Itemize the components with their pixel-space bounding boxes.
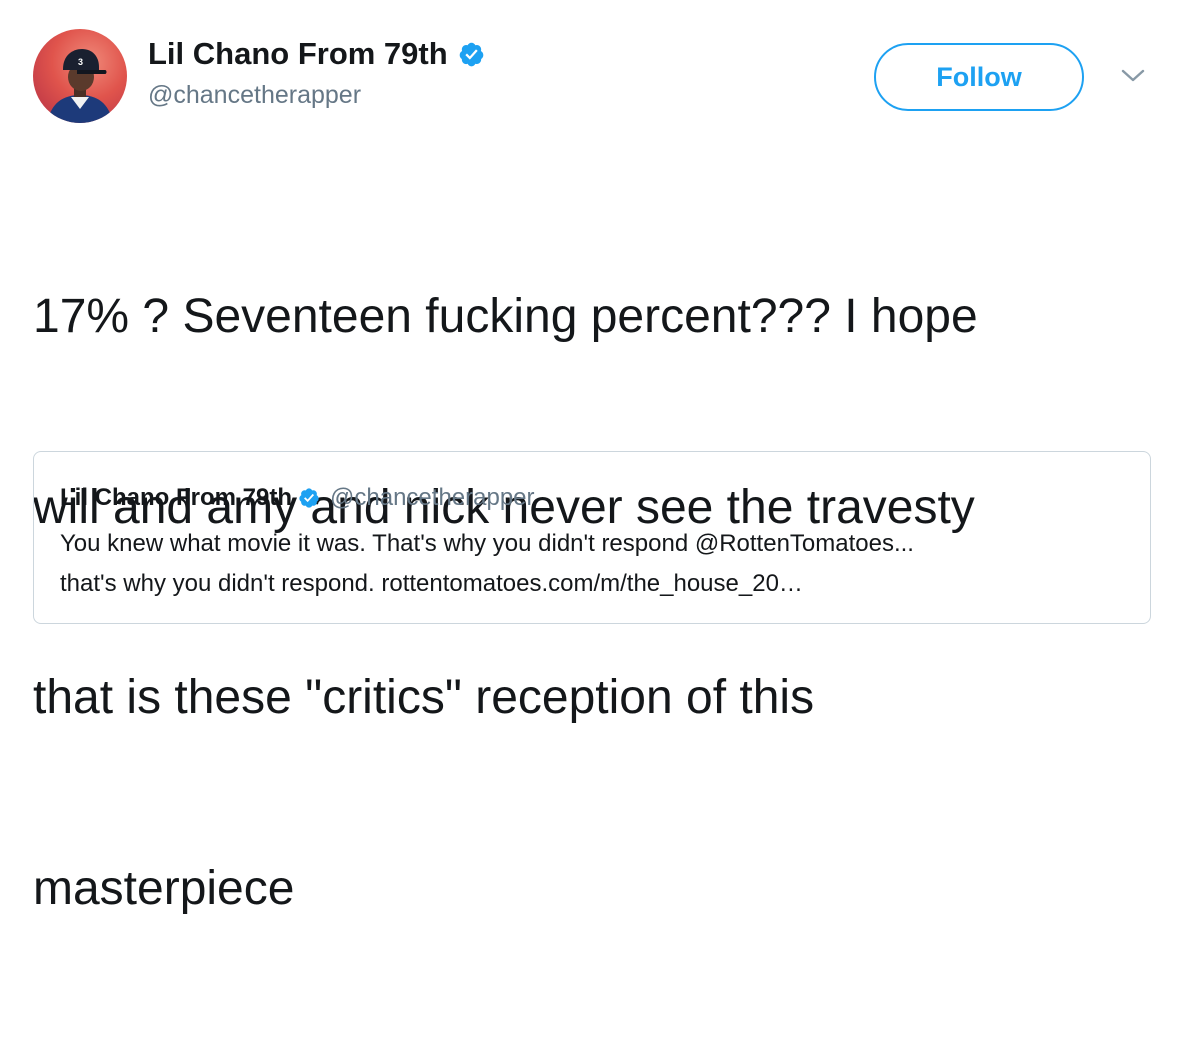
tweet-card: 3 Lil Chano From 79th @chancetherapper F… [0,0,1202,915]
quoted-tweet-text: You knew what movie it was. That's why y… [60,524,1130,604]
author-handle[interactable]: @chancetherapper [148,80,485,110]
quoted-tweet[interactable]: Lil Chano From 79th @chancetherapper You… [33,451,1151,624]
tweet-text-line: that is these "critics" reception of thi… [33,671,815,724]
svg-text:3: 3 [78,57,83,67]
verified-badge-icon [458,41,485,68]
chevron-down-icon[interactable] [1119,66,1147,86]
tweet-text-line: masterpiece [33,861,295,915]
avatar[interactable]: 3 [33,29,127,123]
quoted-author-handle: @chancetherapper [330,484,535,511]
tweet-text-line: 17% ? Seventeen fucking percent??? I hop… [33,290,978,343]
user-avatar-cap-icon: 3 [47,49,113,123]
quoted-tweet-header: Lil Chano From 79th @chancetherapper [60,484,535,512]
follow-button[interactable]: Follow [874,43,1084,111]
quoted-author-name: Lil Chano From 79th [60,484,293,511]
author-name-link[interactable]: Lil Chano From 79th [148,36,485,72]
author-block: Lil Chano From 79th @chancetherapper [148,36,485,110]
quoted-text-line: that's why you didn't respond. rottentom… [60,570,803,597]
author-display-name: Lil Chano From 79th [148,36,448,71]
verified-badge-icon [298,487,320,509]
quoted-text-line: You knew what movie it was. That's why y… [60,530,914,557]
